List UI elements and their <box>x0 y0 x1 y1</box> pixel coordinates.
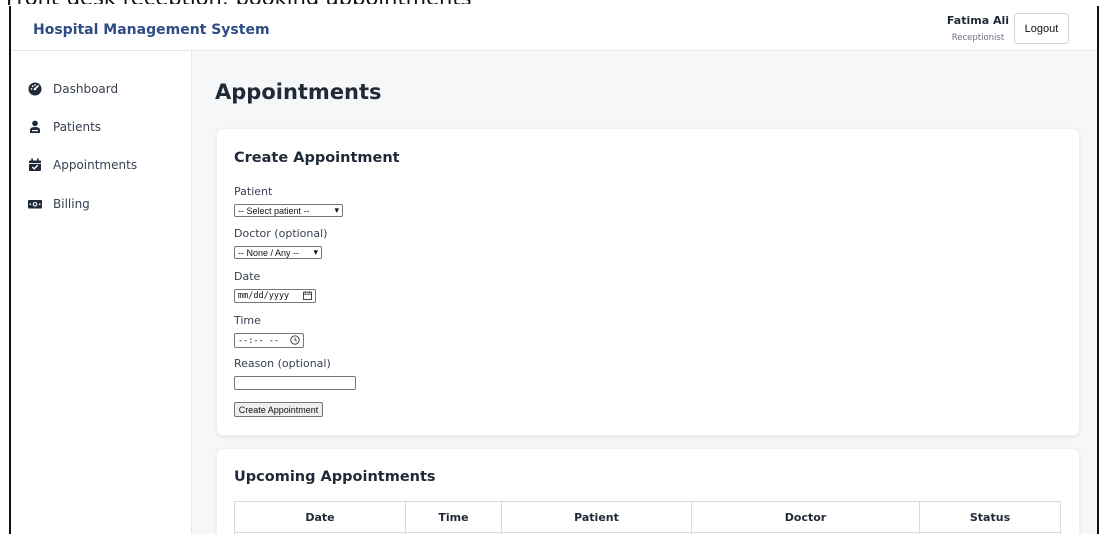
patient-select[interactable]: -- Select patient -- ▾ <box>234 204 343 217</box>
doctor-select[interactable]: -- None / Any -- ▾ <box>234 246 322 259</box>
sidebar-item-label: Dashboard <box>53 82 119 96</box>
logout-button[interactable]: Logout <box>1014 13 1069 44</box>
column-header-date: Date <box>234 501 406 533</box>
sidebar-item-dashboard[interactable]: Dashboard <box>28 79 118 99</box>
date-input[interactable]: mm/dd/yyyy <box>234 289 316 303</box>
gauge-icon <box>28 82 42 96</box>
app-brand[interactable]: Hospital Management System <box>33 22 270 38</box>
column-header-status: Status <box>919 501 1061 533</box>
create-appointment-card: Create Appointment Patient -- Select pat… <box>216 128 1080 436</box>
sidebar-item-label: Appointments <box>53 158 138 172</box>
column-header-doctor: Doctor <box>691 501 920 533</box>
sidebar-item-appointments[interactable]: Appointments <box>28 155 137 175</box>
clock-icon[interactable] <box>290 334 300 347</box>
patient-select-value: -- Select patient -- <box>238 205 310 216</box>
patient-label: Patient <box>234 185 273 198</box>
upcoming-appointments-title: Upcoming Appointments <box>234 469 436 485</box>
create-appointment-title: Create Appointment <box>234 150 400 166</box>
app-window: Hospital Management System Fatima Ali Re… <box>11 4 1097 534</box>
patient-icon <box>28 120 42 134</box>
time-placeholder: --:-- -- <box>238 335 279 346</box>
top-header: Hospital Management System Fatima Ali Re… <box>11 4 1097 51</box>
page-title: Appointments <box>215 80 382 104</box>
doctor-label: Doctor (optional) <box>234 227 328 240</box>
column-header-patient: Patient <box>501 501 692 533</box>
date-placeholder: mm/dd/yyyy <box>238 291 290 301</box>
time-input[interactable]: --:-- -- <box>234 333 304 348</box>
chevron-down-icon: ▾ <box>334 205 339 215</box>
calendar-icon[interactable] <box>303 290 312 302</box>
table-header-row: Date Time Patient Doctor Status <box>234 501 1061 533</box>
upcoming-appointments-card: Upcoming Appointments Date Time Patient … <box>216 448 1080 534</box>
reason-label: Reason (optional) <box>234 357 331 370</box>
sidebar-item-label: Patients <box>53 120 102 134</box>
column-header-time: Time <box>405 501 502 533</box>
frame-border-right <box>1097 6 1099 534</box>
money-bill-icon <box>28 197 42 211</box>
reason-input[interactable] <box>234 376 356 390</box>
chevron-down-icon: ▾ <box>313 247 318 257</box>
calendar-check-icon <box>28 158 42 172</box>
create-appointment-button[interactable]: Create Appointment <box>234 402 323 417</box>
doctor-select-value: -- None / Any -- <box>238 247 300 258</box>
sidebar-item-billing[interactable]: Billing <box>28 194 90 214</box>
sidebar: Dashboard Patients Appointments Billing <box>11 51 192 534</box>
user-info: Fatima Ali Receptionist <box>947 14 1009 43</box>
time-label: Time <box>234 314 261 327</box>
sidebar-item-patients[interactable]: Patients <box>28 117 101 137</box>
date-label: Date <box>234 270 261 283</box>
appointments-table: Date Time Patient Doctor Status <box>234 501 1061 534</box>
user-role: Receptionist <box>951 33 1005 43</box>
user-name: Fatima Ali <box>946 14 1009 27</box>
sidebar-item-label: Billing <box>53 197 90 211</box>
